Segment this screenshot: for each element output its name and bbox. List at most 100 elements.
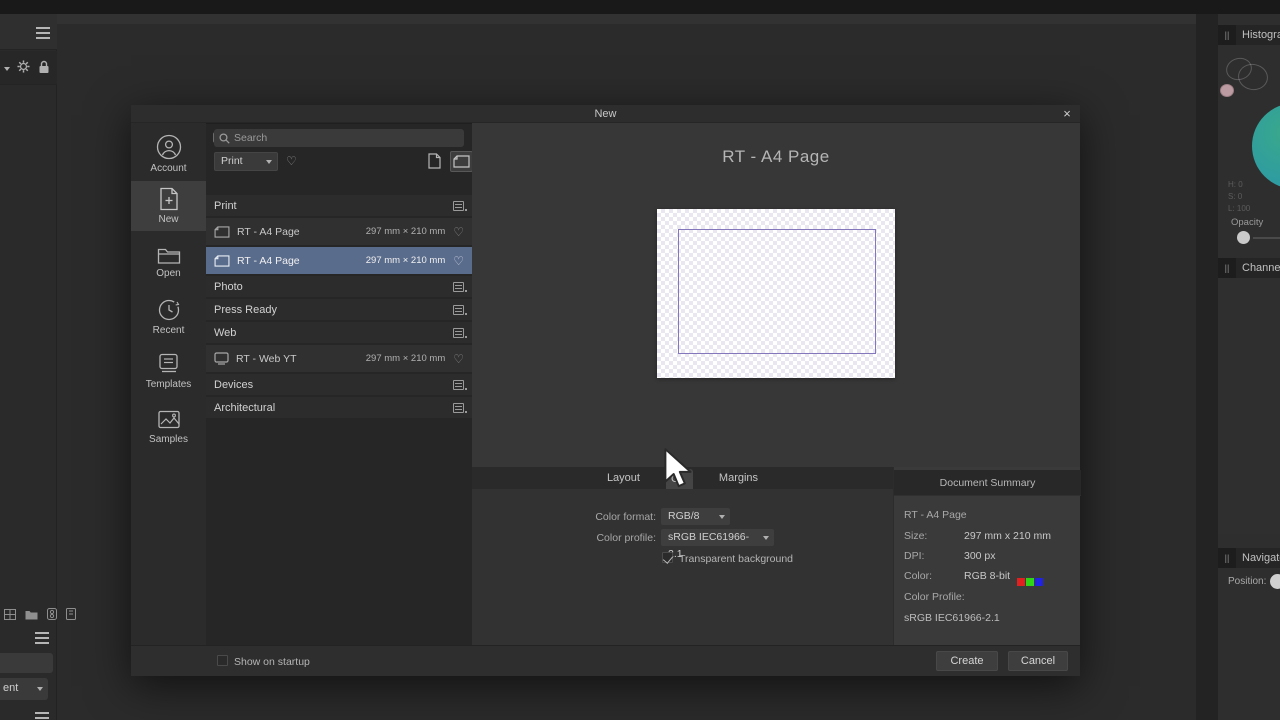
favorite-icon[interactable]: ♡ [453,353,464,365]
sidebar-item-templates[interactable]: Templates [131,346,206,396]
lock-icon[interactable] [38,60,50,74]
document-summary-panel: Document Summary RT - A4 Page Size: 297 … [893,467,1081,645]
templates-icon [158,353,178,373]
category-row-print[interactable]: Print [206,195,472,216]
badge-icon-2[interactable] [66,608,76,620]
badge-icon[interactable] [47,608,57,620]
tab-margins[interactable]: Margins [719,472,758,484]
green-swatch [1026,578,1034,586]
tab-layout[interactable]: Layout [607,472,640,484]
search-field[interactable] [214,129,464,147]
sidebar-item-open[interactable]: Open [131,237,206,287]
hamburger-icon-bottom[interactable] [35,712,49,714]
favorite-icon[interactable]: ♡ [453,255,464,267]
sidebar-item-samples[interactable]: Samples [131,402,206,452]
preset-row[interactable]: RT - A4 Page 297 mm × 210 mm ♡ [206,218,472,245]
panel-grip-icon[interactable]: || [1218,258,1236,278]
channels-panel-header[interactable]: || Channels [1218,258,1280,278]
panel-separator [1196,14,1218,720]
saturation-readout: S: 0 [1228,192,1243,201]
transparent-background-label: Transparent background [679,553,794,565]
sidebar-item-label: New [158,214,179,225]
category-menu-icon[interactable] [453,402,467,413]
panel-title: Navigator [1242,552,1280,564]
hue-readout: H: 0 [1228,180,1243,189]
hamburger-icon[interactable] [36,27,50,29]
preset-row-selected[interactable]: RT - A4 Page 297 mm × 210 mm ♡ [206,247,472,274]
size-label: Size: [904,530,928,542]
display-icon [214,352,229,365]
category-menu-icon[interactable] [453,281,467,292]
category-row-web[interactable]: Web [206,322,472,343]
left-edge-dropdown[interactable]: ent [0,678,48,700]
transparent-background-checkbox[interactable] [662,552,673,563]
color-value: RGB 8-bit [964,570,1011,582]
category-row-architectural[interactable]: Architectural [206,397,472,418]
hamburger-icon-lower[interactable] [35,632,49,634]
chevron-down-icon[interactable] [4,67,10,71]
opacity-slider-track[interactable] [1253,237,1280,239]
landscape-view-icon [453,155,470,168]
open-folder-icon [157,248,180,264]
landscape-view-toggle[interactable] [450,151,473,172]
menu-band [57,14,1196,24]
position-knob[interactable] [1270,574,1280,589]
color-format-select[interactable]: RGB/8 [661,508,730,525]
favorite-icon[interactable]: ♡ [453,226,464,238]
sidebar-item-recent[interactable]: Recent [131,292,206,342]
panel-grip-icon[interactable]: || [1218,548,1236,568]
show-on-startup-checkbox[interactable] [217,655,228,666]
navigator-panel-header[interactable]: || Navigator [1218,548,1280,568]
color-format-value: RGB/8 [668,510,700,522]
left-edge-dropdown-value: ent [3,682,19,694]
category-row-press-ready[interactable]: Press Ready [206,299,472,320]
favorites-filter-icon[interactable]: ♡ [286,155,297,167]
close-icon[interactable]: × [1059,105,1075,123]
create-button[interactable]: Create [936,651,998,671]
mouse-cursor [664,448,692,488]
dpi-value: 300 px [964,550,996,562]
sidebar-item-account[interactable]: Account [131,129,206,179]
category-row-photo[interactable]: Photo [206,276,472,297]
cancel-button[interactable]: Cancel [1008,651,1068,671]
color-profile-label: Color profile: [596,532,656,544]
color-blob [1220,84,1234,97]
gear-icon[interactable] [17,60,30,73]
summary-name: RT - A4 Page [904,509,967,521]
color-label: Color: [904,570,933,582]
search-input[interactable] [234,132,434,144]
profile-value: sRGB IEC61966-2.1 [904,612,1000,624]
window-top-strip [0,0,1280,14]
sidebar-item-label: Recent [152,325,185,336]
category-menu-icon[interactable] [453,304,467,315]
panel-title: Channels [1242,262,1280,274]
color-format-label: Color format: [595,511,656,523]
color-settings-panel: Color format: RGB/8 Color profile: sRGB … [472,489,893,645]
histogram-panel-header[interactable]: || Histogram [1218,25,1280,45]
rgb-swatches [1016,572,1043,590]
preset-row[interactable]: RT - Web YT 297 mm × 210 mm ♡ [206,345,472,372]
category-row-devices[interactable]: Devices [206,374,472,395]
size-value: 297 mm x 210 mm [964,530,1051,542]
red-swatch [1017,578,1025,586]
grid-icon[interactable] [4,608,16,620]
left-edge-field[interactable] [0,653,53,673]
sidebar-item-label: Samples [149,434,188,445]
sidebar-item-new[interactable]: New [131,181,206,231]
chevron-down-icon [266,160,272,164]
left-tool-column: ent [0,14,76,720]
category-menu-icon[interactable] [453,200,467,211]
dialog-titlebar[interactable]: New × [131,105,1080,123]
opacity-slider-knob[interactable] [1237,231,1250,244]
category-menu-icon[interactable] [453,327,467,338]
color-profile-select[interactable]: sRGB IEC61966-2.1 [661,529,774,560]
recent-clock-icon [158,299,179,321]
dialog-title: New [594,108,617,120]
portrait-view-icon[interactable] [428,153,441,169]
category-menu-icon[interactable] [453,379,467,390]
folder-icon[interactable] [25,609,38,620]
panel-grip-icon[interactable]: || [1218,25,1236,45]
chevron-down-icon [719,514,725,519]
category-filter-select[interactable]: Print [214,152,278,171]
chevron-down-icon [37,687,43,691]
